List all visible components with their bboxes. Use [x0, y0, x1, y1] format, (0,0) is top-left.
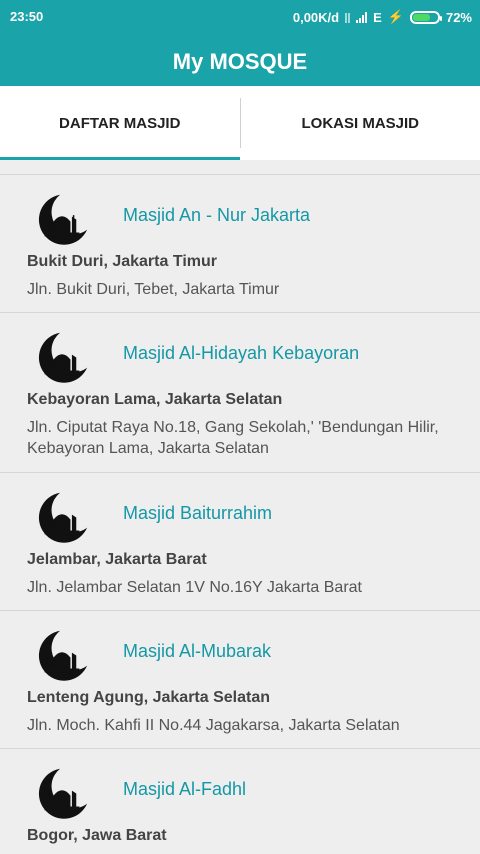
- list-item[interactable]: Masjid Al-Hidayah Kebayoran Kebayoran La…: [0, 313, 480, 473]
- battery-icon: [409, 10, 442, 24]
- mosque-name: Masjid Al-Hidayah Kebayoran: [123, 343, 360, 363]
- list-item[interactable]: Masjid An - Nur Jakarta Bukit Duri, Jaka…: [0, 175, 480, 313]
- mosque-area: Bogor, Jawa Barat: [27, 827, 167, 844]
- mosque-area: Jelambar, Jakarta Barat: [27, 551, 207, 568]
- app-bar: My MOSQUE: [0, 34, 480, 86]
- list-item[interactable]: Masjid Al-Fadhl Bogor, Jawa Barat: [0, 749, 480, 854]
- mosque-name: Masjid Baiturrahim: [123, 503, 273, 523]
- charging-icon: ⚡: [387, 9, 404, 24]
- status-time: 23:50: [10, 9, 44, 24]
- signal-icon: [356, 11, 368, 23]
- mosque-address: Jln. Moch. Kahfi II No.44 Jagakarsa, Jak…: [27, 717, 400, 734]
- mosque-list[interactable]: Masjid An - Nur Jakarta Bukit Duri, Jaka…: [0, 174, 480, 854]
- list-item[interactable]: Masjid Al-Mubarak Lenteng Agung, Jakarta…: [0, 611, 480, 749]
- status-right: 0,00K/d E ⚡ 72%: [293, 9, 472, 25]
- list-item[interactable]: Masjid Baiturrahim Jelambar, Jakarta Bar…: [0, 473, 480, 611]
- mosque-name: Masjid Al-Fadhl: [123, 779, 247, 799]
- mosque-area: Bukit Duri, Jakarta Timur: [27, 253, 217, 270]
- battery-level: 72%: [445, 9, 472, 25]
- mosque-address: Jln. Ciputat Raya No.18, Gang Sekolah,' …: [27, 419, 439, 457]
- status-bar: 23:50 0,00K/d E ⚡ 72%: [0, 0, 480, 34]
- mosque-area: Lenteng Agung, Jakarta Selatan: [27, 689, 271, 706]
- crescent-mosque-icon: [38, 194, 88, 245]
- crescent-mosque-icon: [38, 492, 88, 543]
- crescent-mosque-icon: [38, 332, 88, 383]
- mosque-address: Jln. Bukit Duri, Tebet, Jakarta Timur: [27, 281, 280, 298]
- mosque-address: Jln. Jelambar Selatan 1V No.16Y Jakarta …: [27, 579, 362, 596]
- network-speed: 0,00K/d: [292, 9, 340, 25]
- network-type: E: [373, 9, 382, 25]
- mosque-area: Kebayoran Lama, Jakarta Selatan: [27, 391, 283, 408]
- crescent-mosque-icon: [38, 768, 88, 819]
- data-transfer-icon: [345, 11, 351, 23]
- mosque-name: Masjid An - Nur Jakarta: [123, 205, 311, 225]
- tab-lokasi-masjid[interactable]: LOKASI MASJID: [241, 86, 480, 160]
- mosque-name: Masjid Al-Mubarak: [123, 641, 272, 661]
- app-title: My MOSQUE: [172, 49, 308, 74]
- tab-daftar-masjid[interactable]: DAFTAR MASJID: [0, 86, 240, 160]
- tab-bar: DAFTAR MASJID LOKASI MASJID: [0, 86, 480, 160]
- crescent-mosque-icon: [38, 630, 88, 681]
